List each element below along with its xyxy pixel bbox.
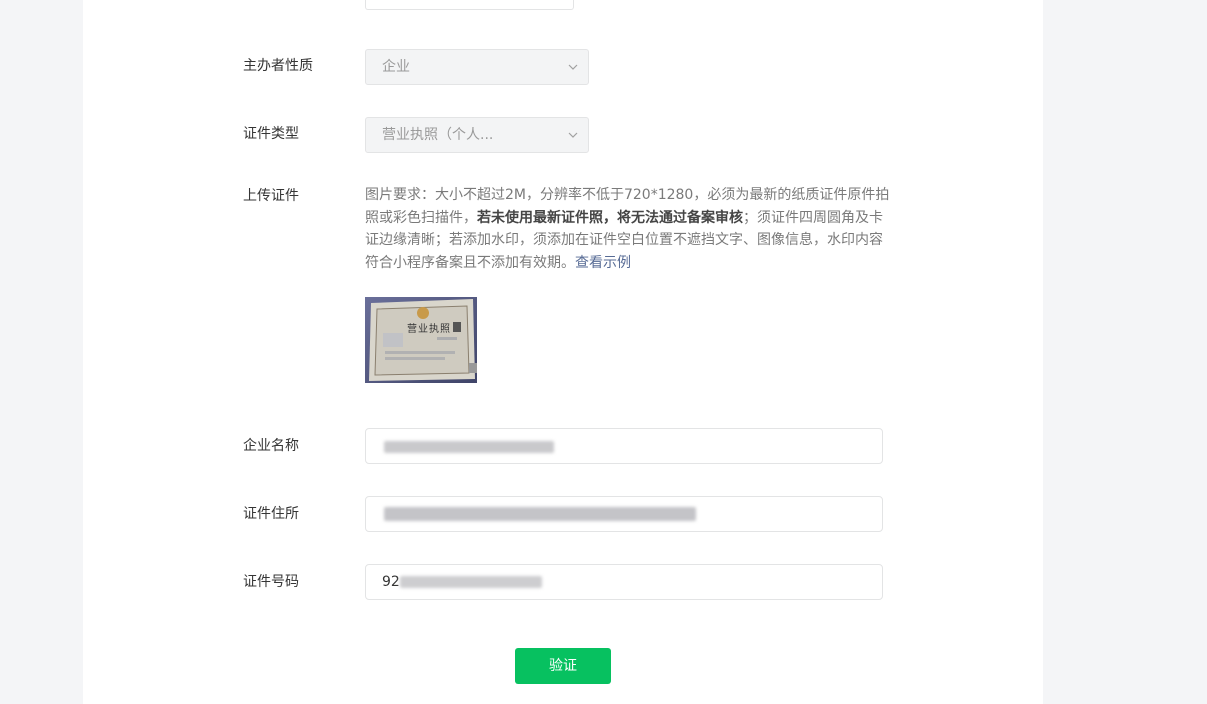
thumbnail-title: 营业执照 xyxy=(407,324,451,335)
company-name-input[interactable] xyxy=(365,428,883,464)
certificate-photo xyxy=(365,297,477,383)
certificate-type-value: 营业执照（个人... xyxy=(382,127,494,143)
organizer-nature-value: 企业 xyxy=(382,59,410,75)
redacted-value xyxy=(400,576,542,588)
certificate-number-prefix: 92 xyxy=(382,574,400,590)
organizer-nature-select[interactable]: 企业 xyxy=(365,49,589,85)
redacted-value xyxy=(384,441,554,453)
previous-field-input[interactable] xyxy=(365,0,574,10)
requirement-warning: 若未使用最新证件照，将无法通过备案审核 xyxy=(477,209,743,226)
certificate-address-input[interactable] xyxy=(365,496,883,532)
certificate-type-label: 证件类型 xyxy=(243,126,299,142)
certificate-number-input[interactable]: 92 xyxy=(365,564,883,600)
uploaded-certificate-thumbnail[interactable]: 营业执照 xyxy=(365,297,477,383)
form-panel: 主办者性质 企业 证件类型 营业执照（个人... 上传证件 图片要求：大小不超过… xyxy=(83,0,1043,704)
chevron-down-icon xyxy=(568,64,578,70)
certificate-address-label: 证件住所 xyxy=(243,506,299,522)
certificate-type-select[interactable]: 营业执照（个人... xyxy=(365,117,589,153)
company-name-label: 企业名称 xyxy=(243,438,299,454)
upload-requirements: 图片要求：大小不超过2M，分辨率不低于720*1280，必须为最新的纸质证件原件… xyxy=(365,184,890,274)
chevron-down-icon xyxy=(568,132,578,138)
certificate-number-label: 证件号码 xyxy=(243,574,299,590)
upload-certificate-label: 上传证件 xyxy=(243,188,299,204)
organizer-nature-label: 主办者性质 xyxy=(243,58,313,74)
redacted-value xyxy=(384,507,696,521)
verify-button[interactable]: 验证 xyxy=(515,648,611,684)
view-example-link[interactable]: 查看示例 xyxy=(575,255,631,271)
